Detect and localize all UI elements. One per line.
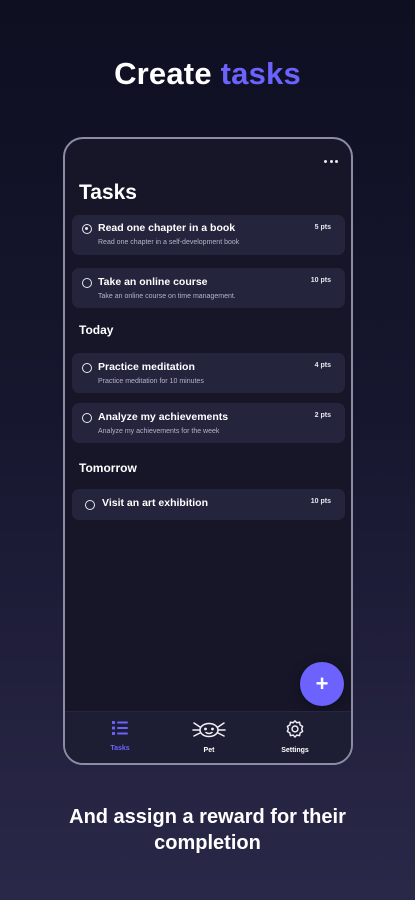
nav-label: Settings bbox=[281, 747, 309, 754]
bottom-nav: Tasks Pet Settings bbox=[65, 711, 351, 763]
radio-icon[interactable] bbox=[82, 278, 92, 288]
nav-item-settings[interactable]: Settings bbox=[265, 718, 325, 754]
task-item[interactable]: Take an online course Take an online cou… bbox=[72, 268, 345, 308]
task-points: 4 pts bbox=[314, 362, 331, 369]
task-title: Read one chapter in a book bbox=[98, 222, 236, 234]
radio-icon[interactable] bbox=[82, 363, 92, 373]
task-description: Read one chapter in a self-development b… bbox=[98, 239, 240, 246]
nav-label: Tasks bbox=[110, 745, 130, 752]
task-item[interactable]: Analyze my achievements Analyze my achie… bbox=[72, 403, 345, 443]
headline-accent: tasks bbox=[220, 56, 301, 91]
radio-icon[interactable] bbox=[82, 224, 92, 234]
task-points: 2 pts bbox=[314, 412, 331, 419]
task-list-icon bbox=[112, 721, 128, 735]
task-points: 10 pts bbox=[310, 277, 331, 284]
tagline-line-1: And assign a reward for their bbox=[69, 806, 346, 828]
radio-icon[interactable] bbox=[85, 500, 95, 510]
gear-icon bbox=[286, 720, 304, 738]
task-item[interactable]: Read one chapter in a book Read one chap… bbox=[72, 215, 345, 255]
axolotl-pet-icon bbox=[192, 722, 226, 738]
task-points: 10 pts bbox=[310, 498, 331, 505]
task-title: Practice meditation bbox=[98, 361, 195, 373]
task-title: Analyze my achievements bbox=[98, 411, 229, 423]
task-item[interactable]: Visit an art exhibition 10 pts bbox=[72, 489, 345, 520]
task-item[interactable]: Practice meditation Practice meditation … bbox=[72, 353, 345, 393]
more-dots-icon[interactable] bbox=[324, 160, 338, 164]
task-description: Analyze my achievements for the week bbox=[98, 428, 220, 435]
tagline-line-2: completion bbox=[154, 832, 261, 854]
task-description: Practice meditation for 10 minutes bbox=[98, 378, 204, 385]
page-title: Tasks bbox=[79, 181, 137, 204]
section-today: Today bbox=[79, 323, 114, 337]
task-description: Take an online course on time management… bbox=[98, 293, 236, 300]
nav-item-tasks[interactable]: Tasks bbox=[90, 718, 150, 752]
headline: Create tasks bbox=[0, 56, 415, 92]
tagline: And assign a reward for their completion bbox=[0, 804, 415, 856]
nav-item-pet[interactable]: Pet bbox=[179, 718, 239, 754]
phone-frame: Tasks Read one chapter in a book Read on… bbox=[63, 137, 353, 765]
section-tomorrow: Tomorrow bbox=[79, 461, 137, 475]
task-title: Visit an art exhibition bbox=[102, 497, 208, 509]
headline-prefix: Create bbox=[114, 56, 212, 91]
task-points: 5 pts bbox=[314, 224, 331, 231]
task-title: Take an online course bbox=[98, 276, 208, 288]
nav-label: Pet bbox=[203, 747, 215, 754]
add-task-button[interactable]: + bbox=[300, 662, 344, 706]
radio-icon[interactable] bbox=[82, 413, 92, 423]
